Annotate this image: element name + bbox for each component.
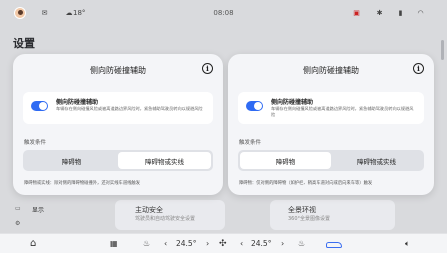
feature-toggle[interactable] xyxy=(246,101,263,111)
trigger-condition-label: 触发条件 xyxy=(24,140,47,146)
dialog-title: 侧向防碰撞辅助 xyxy=(90,66,146,75)
home-icon[interactable]: ⌂ xyxy=(30,237,36,251)
trigger-note: 障碍物：仅对侧的障碍物（如护栏、稍高车道对向或后向来车等）触发 xyxy=(239,181,373,186)
page-title: 设置 xyxy=(13,37,35,50)
feature-title: 侧向防碰撞辅助 xyxy=(271,99,314,106)
feature-title: 侧向防碰撞辅助 xyxy=(56,99,99,106)
display-icon: ▭ xyxy=(15,205,21,212)
trigger-note: 障碍物或实线：除对侧的障碍物碰撞外，还对实线车道线触发 xyxy=(24,181,141,186)
sidebar-item-display[interactable]: 显示 xyxy=(32,205,44,214)
wifi-icon: ◠ xyxy=(417,9,424,17)
seat-heat-icon[interactable]: ♨ xyxy=(143,237,150,251)
feature-card: 侧向防碰撞辅助 车辆存在侧向碰撞风险或被离道路边界风险时，紧急辅助驾驶员转向以规… xyxy=(238,92,424,124)
info-icon[interactable]: i xyxy=(413,63,424,74)
settings-icon: ⚙ xyxy=(15,220,21,227)
info-icon[interactable]: i xyxy=(202,63,213,74)
left-temperature: 24.5° xyxy=(176,239,197,248)
active-safety-label: 主动安全 xyxy=(135,206,163,214)
dialog-lateral-collision-obstacle: 侧向防碰撞辅助 i 侧向防碰撞辅助 车辆存在侧向碰撞风险或被离道路边界风险时，紧… xyxy=(228,54,434,195)
trigger-segmented-control: 障碍物 障碍物或实线 xyxy=(23,150,213,171)
surround-view-subtitle: 360°全景图像设置 xyxy=(288,216,331,222)
seat-heat-right-icon[interactable]: ♨ xyxy=(298,237,305,251)
option-obstacle-or-line[interactable]: 障碍物或实线 xyxy=(118,152,211,169)
rear-defrost-icon[interactable]: ▦ xyxy=(110,237,118,251)
car-icon[interactable] xyxy=(326,237,342,248)
bluetooth-icon: ✱ xyxy=(376,9,383,17)
surround-view-label: 全景环视 xyxy=(288,206,316,214)
right-temp-increase[interactable]: › xyxy=(281,237,284,251)
dialog-lateral-collision-obstacle-or-line: 侧向防碰撞辅助 i 侧向防碰撞辅助 车辆存在侧向碰撞风险或被离道路边界风险时，紧… xyxy=(13,54,223,195)
feature-description: 车辆存在侧向碰撞风险或被离道路边界风险时，紧急辅助驾驶员转向以规避风险 xyxy=(271,106,414,117)
fan-icon[interactable]: ✣ xyxy=(219,237,227,251)
active-safety-subtitle: 驾驶员和自动驾驶安全设置 xyxy=(135,216,196,222)
feature-description: 车辆存在侧向碰撞风险或被离道路边界风险时，紧急辅助驾驶员转向以规避风险 xyxy=(56,106,203,111)
bottom-dock: ⌂ ▦ ♨ ‹ 24.5° › ✣ ‹ 24.5° › ♨ 🔈︎ xyxy=(0,233,447,253)
trigger-segmented-control: 障碍物 障碍物或实线 xyxy=(238,150,424,171)
option-obstacle[interactable]: 障碍物 xyxy=(240,152,331,169)
recording-icon: ▣ xyxy=(353,9,360,17)
right-temperature: 24.5° xyxy=(251,239,272,248)
left-temp-increase[interactable]: › xyxy=(206,237,209,251)
option-obstacle-or-line[interactable]: 障碍物或实线 xyxy=(331,152,422,169)
right-temp-decrease[interactable]: ‹ xyxy=(240,237,243,251)
dialog-title: 侧向防碰撞辅助 xyxy=(303,66,359,75)
feature-toggle[interactable] xyxy=(31,101,48,111)
trigger-condition-label: 触发条件 xyxy=(239,140,262,146)
status-bar: ✉ ☁ 18° 08:08 ▣ ✱ ▮ ◠ xyxy=(0,0,447,26)
left-temp-decrease[interactable]: ‹ xyxy=(164,237,167,251)
option-obstacle[interactable]: 障碍物 xyxy=(25,152,118,169)
signal-icon: ▮ xyxy=(398,9,403,17)
feature-card: 侧向防碰撞辅助 车辆存在侧向碰撞风险或被离道路边界风险时，紧急辅助驾驶员转向以规… xyxy=(23,92,213,124)
volume-icon[interactable]: 🔈︎ xyxy=(405,237,410,251)
scrollbar[interactable] xyxy=(441,40,444,60)
